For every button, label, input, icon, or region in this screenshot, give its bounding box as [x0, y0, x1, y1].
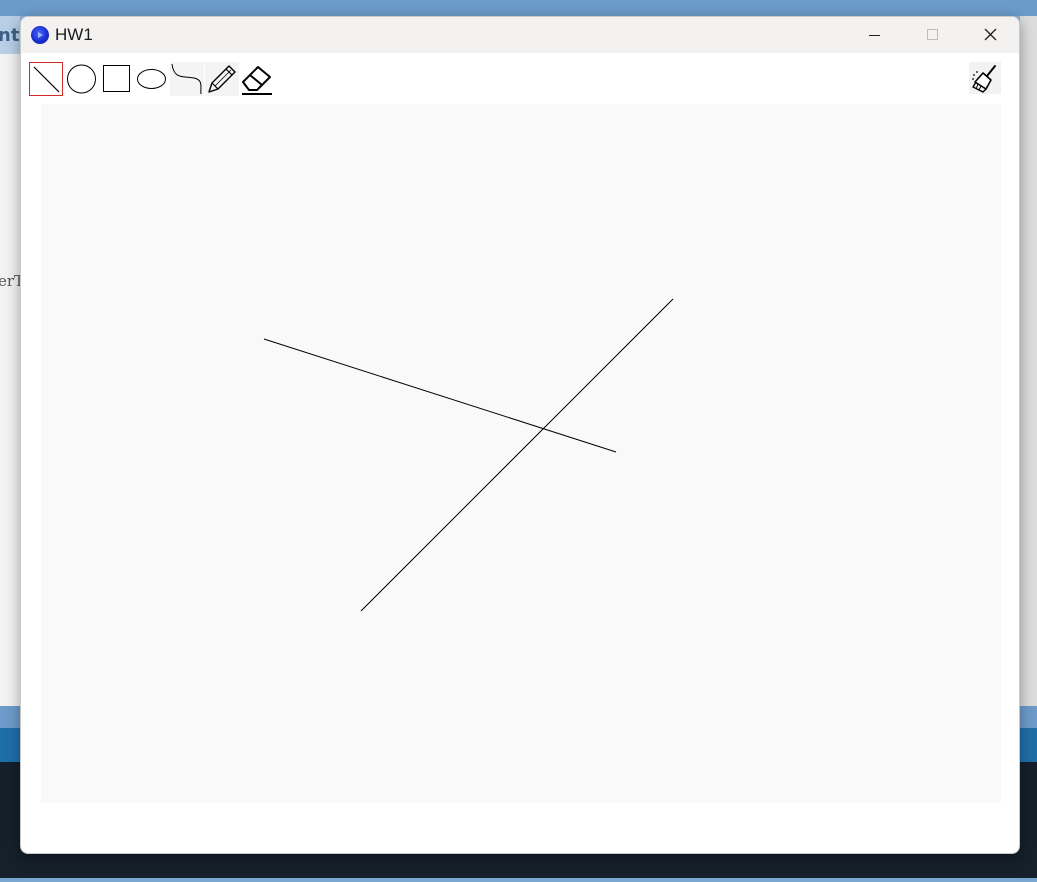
background-tab: nt — [0, 16, 20, 54]
title-bar[interactable]: HW1 — [21, 17, 1019, 53]
ellipse-tool-icon — [137, 69, 166, 89]
taskbar-edge — [0, 878, 1037, 882]
desktop-top-strip — [0, 0, 1037, 16]
minimize-icon — [869, 35, 880, 36]
broom-icon — [972, 65, 996, 93]
drawing-canvas[interactable] — [41, 104, 1001, 803]
toolbar — [21, 53, 1019, 103]
app-icon — [31, 26, 49, 44]
pencil-tool-icon — [208, 65, 236, 93]
maximize-button[interactable] — [903, 17, 961, 53]
app-window: HW1 — [20, 16, 1020, 854]
line-tool-button[interactable] — [29, 62, 63, 96]
close-icon — [984, 28, 997, 41]
curve-tool-icon — [171, 63, 202, 95]
minimize-button[interactable] — [845, 17, 903, 53]
background-tab-text: nt — [0, 25, 20, 46]
drawn-line — [360, 298, 674, 612]
background-text: erT — [0, 272, 20, 292]
rectangle-tool-button[interactable] — [100, 62, 134, 96]
background-side-text: erT — [0, 272, 20, 290]
eraser-tool-button[interactable] — [240, 62, 274, 96]
pencil-tool-button[interactable] — [205, 62, 239, 96]
close-button[interactable] — [961, 17, 1019, 53]
background-window-left — [0, 16, 20, 706]
eraser-tool-icon — [242, 66, 272, 95]
maximize-icon — [927, 29, 938, 40]
circle-tool-icon — [67, 64, 96, 94]
line-tool-icon — [33, 66, 60, 93]
background-window-right — [1020, 16, 1037, 706]
drawing-surface — [263, 298, 674, 612]
rectangle-tool-icon — [103, 65, 130, 92]
ellipse-tool-button[interactable] — [135, 62, 169, 96]
window-title: HW1 — [55, 25, 93, 44]
drawn-line — [263, 338, 617, 453]
circle-tool-button[interactable] — [65, 62, 99, 96]
clear-canvas-button[interactable] — [969, 62, 1001, 94]
curve-tool-button[interactable] — [170, 62, 204, 96]
